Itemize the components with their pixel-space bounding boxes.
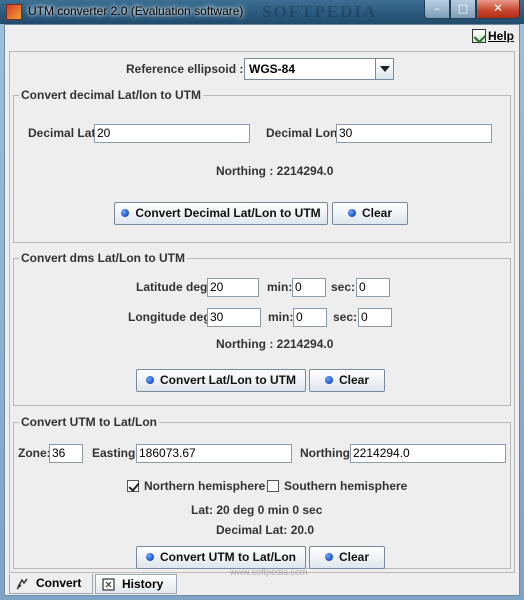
clear-decimal-button-label: Clear xyxy=(361,206,393,220)
convert-utm-button-label: Convert UTM to Lat/Lon xyxy=(160,550,296,564)
help-menu[interactable]: Help xyxy=(471,29,514,43)
convert-utm-button[interactable]: Convert UTM to Lat/Lon xyxy=(136,546,306,569)
menu-bar: Help xyxy=(5,25,519,49)
easting-label: Easting: xyxy=(92,446,140,460)
clear-utm-button[interactable]: Clear xyxy=(309,546,385,569)
zone-label: Zone: xyxy=(18,446,51,460)
button-dot-icon xyxy=(324,376,333,384)
history-icon xyxy=(102,578,115,591)
latitude-sec-input[interactable]: 0 xyxy=(356,278,390,297)
help-menu-label: Help xyxy=(487,29,514,43)
convert-dms-button[interactable]: Convert Lat/Lon to UTM xyxy=(136,369,306,392)
clear-utm-button-label: Clear xyxy=(338,550,370,564)
dms-group: Convert dms Lat/Lon to UTM Latitude deg:… xyxy=(13,251,511,406)
latitude-min-label: min: xyxy=(267,280,293,294)
longitude-deg-label: Longitude deg: xyxy=(128,310,215,324)
dms-northing-result: Northing : 2214294.0 xyxy=(216,337,334,351)
clear-dms-button[interactable]: Clear xyxy=(309,369,385,392)
decimal-lon-label: Decimal Lon: xyxy=(266,126,342,140)
minimize-button[interactable]: – xyxy=(424,0,450,19)
southern-hemisphere-checkbox[interactable] xyxy=(267,480,279,492)
longitude-sec-input[interactable]: 0 xyxy=(358,308,392,327)
decimal-lat-input[interactable]: 20 xyxy=(94,124,250,143)
decimal-lat-label: Decimal Lat: xyxy=(28,126,100,140)
lat-dms-result: Lat: 20 deg 0 min 0 sec xyxy=(191,503,323,517)
utm-northing-label: Northing: xyxy=(300,446,354,460)
convert-decimal-button[interactable]: Convert Decimal Lat/Lon to UTM xyxy=(114,202,328,225)
decimal-northing-result: Northing : 2214294.0 xyxy=(216,164,334,178)
close-button[interactable]: ✕ xyxy=(476,0,520,19)
clear-dms-button-label: Clear xyxy=(338,373,370,387)
latitude-deg-label: Latitude deg: xyxy=(136,280,212,294)
decimal-group: Convert decimal Lat/lon to UTM Decimal L… xyxy=(13,88,511,243)
northern-hemisphere-label[interactable]: Northern hemisphere xyxy=(144,479,265,493)
decimal-lat-result: Decimal Lat: 20.0 xyxy=(216,523,315,537)
utm-group: Convert UTM to Lat/Lon Zone: 36 Easting:… xyxy=(13,415,511,569)
convert-panel: Reference ellipsoid : WGS-84 Convert dec… xyxy=(9,51,515,577)
tab-convert-label: Convert xyxy=(36,576,82,590)
latitude-min-input[interactable]: 0 xyxy=(292,278,326,297)
longitude-min-label: min: xyxy=(268,310,294,324)
latitude-deg-input[interactable]: 20 xyxy=(207,278,259,297)
longitude-deg-input[interactable]: 30 xyxy=(207,308,261,327)
app-icon xyxy=(6,4,22,20)
decimal-lon-input[interactable]: 30 xyxy=(336,124,492,143)
southern-hemisphere-label[interactable]: Southern hemisphere xyxy=(284,479,407,493)
button-dot-icon xyxy=(324,553,333,561)
tab-convert[interactable]: Convert xyxy=(9,574,93,594)
utm-group-title: Convert UTM to Lat/Lon xyxy=(19,415,159,429)
client-area: Help Reference ellipsoid : WGS-84 Conver… xyxy=(4,24,520,596)
convert-icon xyxy=(16,578,28,590)
northern-hemisphere-checkbox[interactable] xyxy=(127,480,139,492)
latitude-sec-label: sec: xyxy=(331,280,356,294)
decimal-group-title: Convert decimal Lat/lon to UTM xyxy=(19,88,204,102)
zone-input[interactable]: 36 xyxy=(49,444,83,463)
app-window: UTM converter 2.0 (Evaluation software) … xyxy=(0,0,524,600)
clear-decimal-button[interactable]: Clear xyxy=(332,202,408,225)
easting-input[interactable]: 186073.67 xyxy=(136,444,292,463)
chevron-down-icon[interactable] xyxy=(375,59,393,79)
title-watermark: SOFTPEDIA xyxy=(262,2,378,21)
ellipsoid-label: Reference ellipsoid : xyxy=(126,62,244,76)
help-icon xyxy=(471,29,486,43)
ellipsoid-value: WGS-84 xyxy=(249,62,296,76)
utm-northing-input[interactable]: 2214294.0 xyxy=(350,444,506,463)
tab-history[interactable]: History xyxy=(95,574,177,594)
button-dot-icon xyxy=(347,209,356,217)
window-title: UTM converter 2.0 (Evaluation software) xyxy=(28,4,244,18)
tab-bar: Convert History xyxy=(9,574,515,594)
button-dot-icon xyxy=(121,209,130,217)
button-dot-icon xyxy=(146,376,154,384)
title-bar[interactable]: UTM converter 2.0 (Evaluation software) … xyxy=(0,0,524,24)
button-dot-icon xyxy=(146,553,154,561)
dms-group-title: Convert dms Lat/Lon to UTM xyxy=(19,251,187,265)
ellipsoid-select[interactable]: WGS-84 xyxy=(244,58,394,80)
convert-decimal-button-label: Convert Decimal Lat/Lon to UTM xyxy=(135,206,321,220)
longitude-min-input[interactable]: 0 xyxy=(293,308,327,327)
tab-history-label: History xyxy=(122,577,164,591)
convert-dms-button-label: Convert Lat/Lon to UTM xyxy=(160,373,296,387)
maximize-button[interactable]: □ xyxy=(450,0,476,19)
longitude-sec-label: sec: xyxy=(333,310,358,324)
